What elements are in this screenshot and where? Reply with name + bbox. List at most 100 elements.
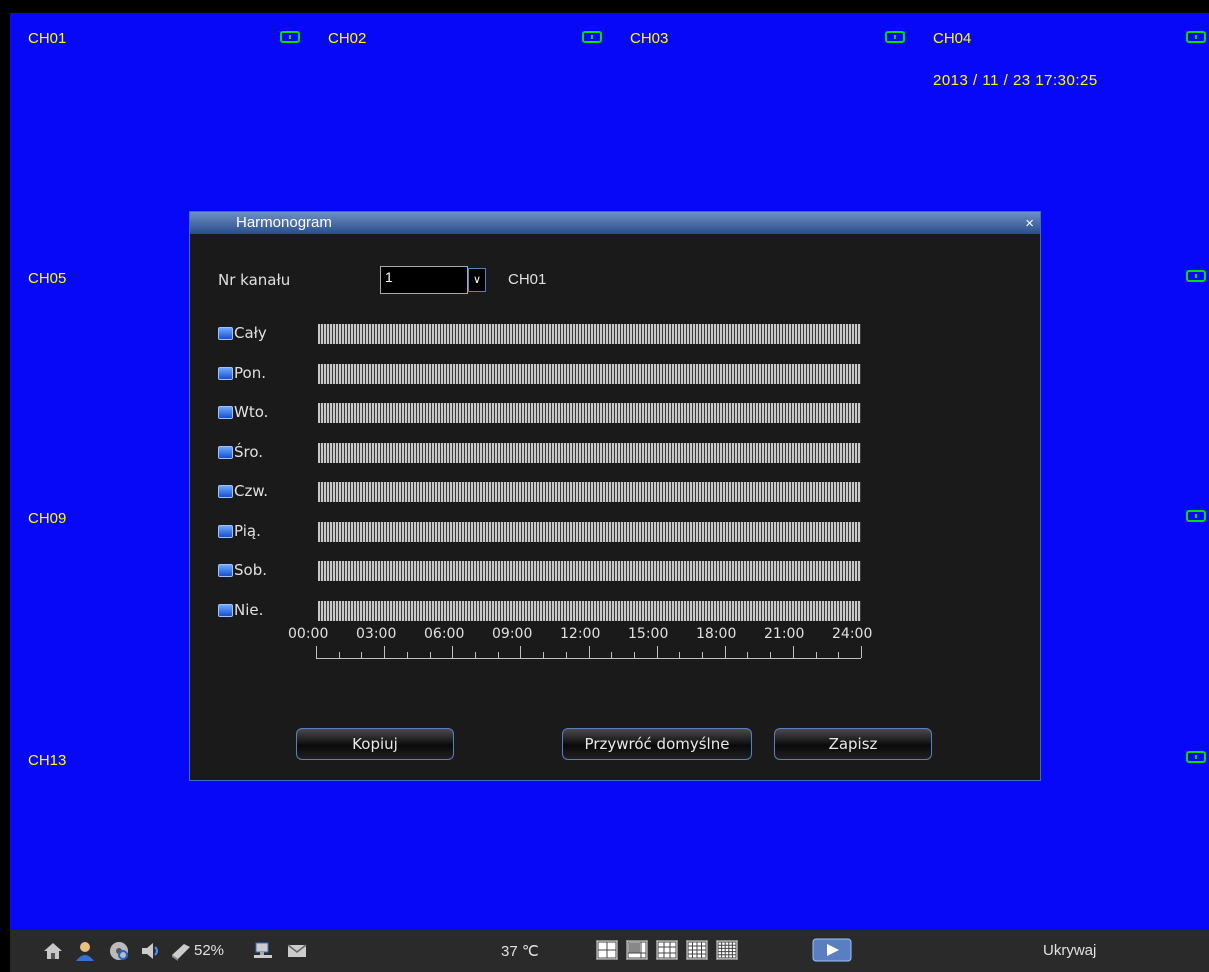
day-label: Wto. (234, 403, 269, 421)
day-label: Pią. (234, 521, 261, 540)
schedule-timeline-bar[interactable] (318, 482, 861, 502)
layout-16-icon[interactable] (686, 940, 708, 960)
channel-number-label: Nr kanału (218, 271, 291, 289)
axis-tick (702, 652, 704, 658)
schedule-dialog: Harmonogram × Nr kanału 1 ∨ CH01 Cały Pon… (189, 211, 1041, 781)
time-label: 00:00 (288, 626, 329, 642)
time-label: 24:00 (832, 626, 873, 642)
axis-tick (565, 652, 567, 658)
temperature: 37 ℃ (501, 943, 539, 960)
channel-label: CH13 (28, 752, 67, 769)
record-icon (1186, 751, 1206, 763)
dialog-title: Harmonogram (236, 214, 332, 231)
axis-tick (792, 646, 794, 658)
copy-button[interactable]: Kopiuj (296, 728, 454, 760)
home-icon[interactable] (42, 940, 64, 962)
axis-tick (770, 652, 772, 658)
axis-tick (429, 652, 431, 658)
axis-tick (338, 652, 340, 658)
day-checkbox[interactable] (218, 564, 233, 577)
time-label: 21:00 (764, 626, 805, 642)
axis-tick (815, 652, 817, 658)
schedule-timeline-bar[interactable] (318, 600, 861, 621)
axis-tick (497, 652, 499, 658)
axis-tick (633, 652, 635, 658)
layout-25-icon[interactable] (716, 940, 738, 960)
time-label: 18:00 (696, 626, 737, 642)
screen: CH01 CH02 CH03 CH04 2013 / 11 / 23 17:30… (0, 0, 1209, 972)
axis-tick (838, 652, 840, 658)
schedule-timeline-bar[interactable] (318, 324, 861, 344)
day-label: Cały (234, 324, 267, 342)
channel-label: CH02 (328, 30, 367, 47)
day-label: Czw. (234, 482, 269, 500)
time-axis: 00:00 03:00 06:00 09:00 12:00 15:00 18:00 21:00… (288, 626, 888, 666)
axis-tick (679, 652, 681, 658)
axis-line (316, 658, 861, 659)
axis-tick (406, 652, 408, 658)
taskbar: 52% 37 ℃ Ukrywaj (10, 930, 1209, 972)
schedule-timeline-bar[interactable] (318, 442, 861, 463)
layout-9-icon[interactable] (656, 940, 678, 960)
time-label: 15:00 (628, 626, 669, 642)
day-checkbox[interactable] (218, 485, 233, 498)
schedule-timeline-bar[interactable] (318, 403, 861, 423)
axis-tick (611, 652, 613, 658)
record-icon (1186, 510, 1206, 522)
time-label: 12:00 (560, 626, 601, 642)
schedule-timeline-bar[interactable] (318, 561, 861, 581)
day-checkbox[interactable] (218, 445, 233, 459)
time-label: 03:00 (356, 626, 397, 642)
axis-tick (656, 646, 658, 658)
speaker-icon[interactable] (140, 940, 162, 962)
hdd-icon[interactable] (170, 940, 192, 962)
day-label: Nie. (234, 600, 264, 619)
axis-tick (724, 646, 726, 658)
playback-icon[interactable] (812, 938, 852, 962)
chevron-down-icon[interactable]: ∨ (468, 268, 486, 292)
day-checkbox[interactable] (218, 603, 233, 617)
channel-number-input[interactable]: 1 (380, 266, 468, 294)
day-checkbox[interactable] (218, 406, 233, 419)
save-button[interactable]: Zapisz (774, 728, 932, 760)
record-icon (1186, 270, 1206, 282)
axis-tick (384, 646, 386, 658)
axis-tick (861, 646, 862, 658)
time-label: 06:00 (424, 626, 465, 642)
axis-tick (452, 646, 454, 658)
axis-tick (543, 652, 545, 658)
axis-tick (520, 646, 522, 658)
schedule-timeline-bar[interactable] (318, 363, 861, 384)
close-icon[interactable]: × (1025, 215, 1034, 232)
channel-select[interactable]: 1 ∨ (380, 266, 486, 294)
restore-defaults-button[interactable]: Przywróć domyślne (562, 728, 752, 760)
axis-tick (474, 652, 476, 658)
record-icon (1186, 31, 1206, 43)
day-checkbox[interactable] (218, 524, 233, 538)
day-checkbox[interactable] (218, 327, 233, 340)
axis-tick (316, 646, 317, 658)
channel-name: CH01 (508, 271, 547, 288)
day-label: Śro. (234, 442, 264, 461)
dialog-titlebar[interactable]: Harmonogram × (190, 212, 1040, 234)
network-icon[interactable] (252, 940, 274, 962)
channel-label: CH04 (933, 30, 972, 47)
disk-search-icon[interactable] (108, 940, 130, 962)
disk-usage-percent: 52% (194, 942, 225, 959)
datetime-display: 2013 / 11 / 23 17:30:25 (933, 72, 1098, 89)
mail-icon[interactable] (286, 940, 308, 962)
day-checkbox[interactable] (218, 366, 233, 380)
day-label: Sob. (234, 561, 267, 579)
day-label: Pon. (234, 363, 266, 382)
schedule-timeline-bar[interactable] (318, 521, 861, 542)
axis-tick (361, 652, 363, 658)
user-icon[interactable] (74, 940, 96, 962)
channel-label: CH05 (28, 270, 67, 287)
record-icon (582, 31, 602, 43)
layout-6-icon[interactable] (626, 940, 648, 960)
hide-button[interactable]: Ukrywaj (1043, 942, 1096, 959)
record-icon (885, 31, 905, 43)
axis-tick (588, 646, 590, 658)
layout-1x1-icon[interactable] (596, 940, 618, 960)
channel-label: CH09 (28, 510, 67, 527)
